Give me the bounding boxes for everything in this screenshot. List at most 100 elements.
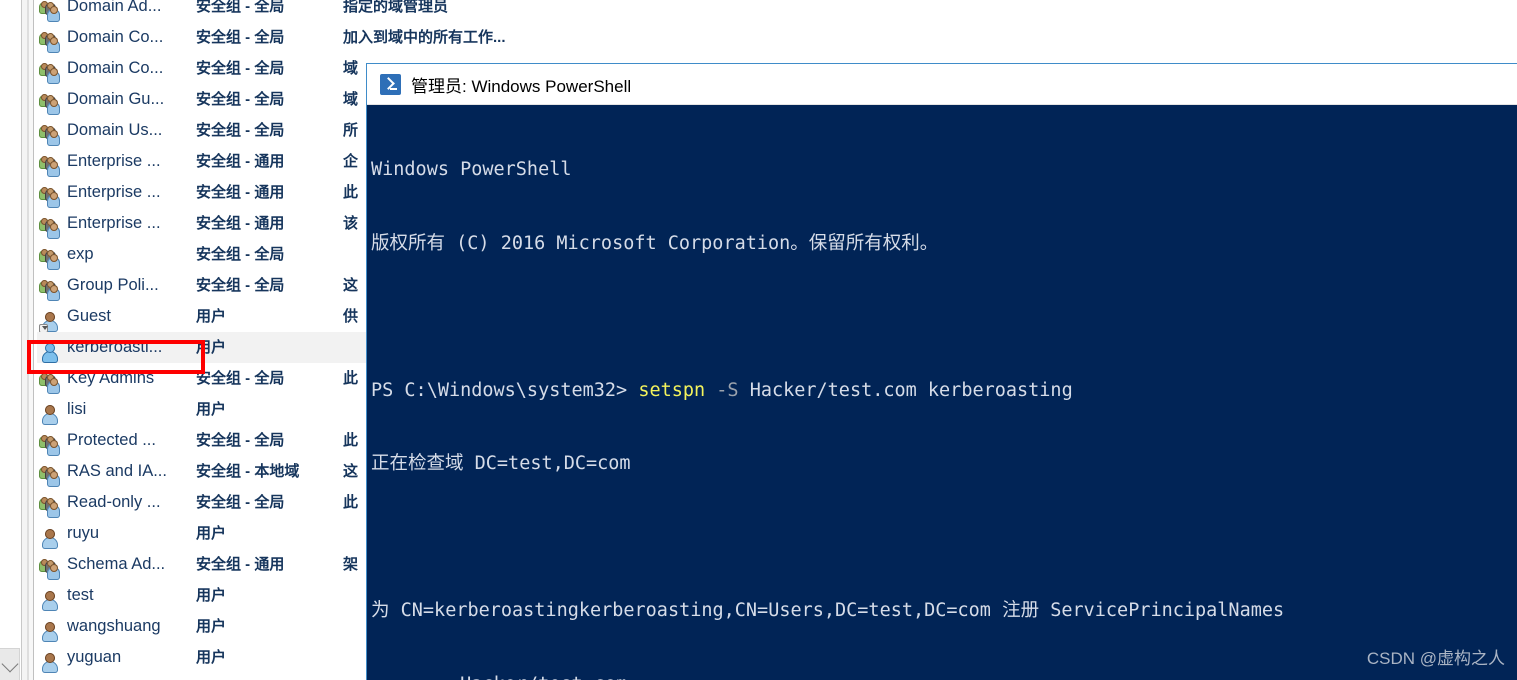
table-row[interactable]: Enterprise ... 安全组 - 通用 企 [37,146,367,177]
row-type: 用户 [196,618,227,635]
row-name: yuguan [67,648,122,666]
row-name: Schema Ad... [67,555,166,573]
left-gutter [0,0,20,680]
row-type: 安全组 - 全局 [196,246,285,263]
console-command-line: PS C:\Windows\system32> setspn -S Hacker… [371,379,1517,404]
powershell-icon [380,73,401,95]
console-output-line-1: 正在检查域 DC=test,DC=com [371,453,631,474]
row-name: Domain Ad... [67,0,162,15]
row-name: Domain Gu... [67,90,165,108]
row-type: 安全组 - 全局 [196,91,285,108]
table-row[interactable]: Group Poli... 安全组 - 全局 这 [37,270,367,301]
group-icon [39,63,61,84]
row-type: 用户 [196,525,227,542]
row-description: 企 [343,153,359,170]
row-description: 此 [343,432,359,449]
row-type: 安全组 - 全局 [196,60,285,77]
group-icon [39,1,61,22]
table-row[interactable]: Enterprise ... 安全组 - 通用 该 [37,208,367,239]
table-row[interactable]: Schema Ad... 安全组 - 通用 架 [37,549,367,580]
row-name: Enterprise ... [67,183,161,201]
console-output-line-3: Hacker/test.com [371,673,1517,680]
row-name: Group Poli... [67,276,159,294]
row-type: 安全组 - 全局 [196,122,285,139]
table-row[interactable]: test 用户 [37,580,367,611]
table-row[interactable]: lisi 用户 [37,394,367,425]
table-row[interactable]: RAS and IA... 安全组 - 本地域 这 [37,456,367,487]
console-command-flag: -S [705,379,739,401]
powershell-title-bar[interactable]: 管理员: Windows PowerShell [367,64,1517,105]
table-row[interactable]: Protected ... 安全组 - 全局 此 [37,425,367,456]
row-name: test [67,586,94,604]
group-icon [39,435,61,456]
table-row[interactable]: Domain Us... 安全组 - 全局 所 [37,115,367,146]
row-name: Guest [67,307,112,325]
row-type: 安全组 - 全局 [196,277,285,294]
console-banner-line-2: 版权所有 (C) 2016 Microsoft Corporation。保留所有… [371,232,939,254]
group-icon [39,125,61,146]
row-description: 架 [343,556,359,573]
row-name: RAS and IA... [67,462,167,480]
group-icon [39,32,61,53]
row-description: 所 [343,122,359,139]
table-row[interactable]: Enterprise ... 安全组 - 通用 此 [37,177,367,208]
row-name: Domain Co... [67,59,164,77]
powershell-console-output[interactable]: Windows PowerShell 版权所有 (C) 2016 Microso… [367,105,1517,680]
table-row[interactable]: Domain Co... 安全组 - 全局 加入到域中的所有工作... [37,22,506,53]
row-name: exp [67,245,94,263]
table-row[interactable]: Domain Gu... 安全组 - 全局 域 [37,84,367,115]
annotation-highlight-rect [27,340,205,374]
powershell-title-text: 管理员: Windows PowerShell [411,76,632,96]
csdn-watermark: CSDN @虚构之人 [1366,648,1505,668]
row-name: Enterprise ... [67,214,161,232]
row-type: 安全组 - 全局 [196,494,285,511]
table-row[interactable]: wangshuang 用户 [37,611,367,642]
group-icon [39,187,61,208]
row-name: lisi [67,400,87,418]
row-type: 用户 [196,401,227,418]
row-type: 安全组 - 全局 [196,0,285,15]
user-icon [39,404,61,425]
row-name: wangshuang [67,617,161,635]
row-description: 此 [343,184,359,201]
row-type: 用户 [196,308,227,325]
user-icon [39,652,61,673]
row-type: 安全组 - 全局 [196,29,285,46]
user-icon [39,528,61,549]
table-row[interactable]: ruyu 用户 [37,518,367,549]
console-prompt-1: PS C:\Windows\system32> [371,379,639,401]
console-output-line-2: 为 CN=kerberoastingkerberoasting,CN=Users… [371,600,1285,621]
table-row[interactable]: exp 安全组 - 全局 [37,239,367,270]
console-blank-line-1 [371,305,1517,330]
table-row[interactable]: Domain Co... 安全组 - 全局 域 [37,53,367,84]
group-icon [39,218,61,239]
group-icon [39,280,61,301]
screen: Domain Ad... 安全组 - 全局 指定的域管理员 Domain Co... 安… [0,0,1517,680]
row-description: 这 [343,277,359,294]
row-type: 安全组 - 本地域 [196,463,300,480]
console-command-name: setspn [638,379,706,401]
group-icon [39,94,61,115]
row-name: ruyu [67,524,100,542]
table-row[interactable]: Domain Ad... 安全组 - 全局 指定的域管理员 [37,0,448,22]
group-icon [39,497,61,518]
row-name: Domain Co... [67,28,164,46]
window-resize-grip[interactable] [0,648,20,680]
user-icon [39,621,61,642]
row-type: 用户 [196,587,227,604]
powershell-window[interactable]: 管理员: Windows PowerShell Windows PowerShe… [366,63,1517,680]
group-icon [39,466,61,487]
row-name: Read-only ... [67,493,161,511]
row-type: 安全组 - 全局 [196,370,285,387]
row-type: 安全组 - 全局 [196,432,285,449]
row-description: 这 [343,463,359,480]
group-icon [39,559,61,580]
table-row[interactable]: yuguan 用户 [37,642,367,673]
group-icon [39,373,61,394]
table-row[interactable]: Guest 用户 供 [37,301,367,333]
row-description: 指定的域管理员 [343,0,449,15]
table-row[interactable]: Read-only ... 安全组 - 全局 此 [37,487,367,518]
row-description: 加入到域中的所有工作... [343,29,506,46]
row-description: 此 [343,494,359,511]
console-banner-line-1: Windows PowerShell [371,159,572,180]
